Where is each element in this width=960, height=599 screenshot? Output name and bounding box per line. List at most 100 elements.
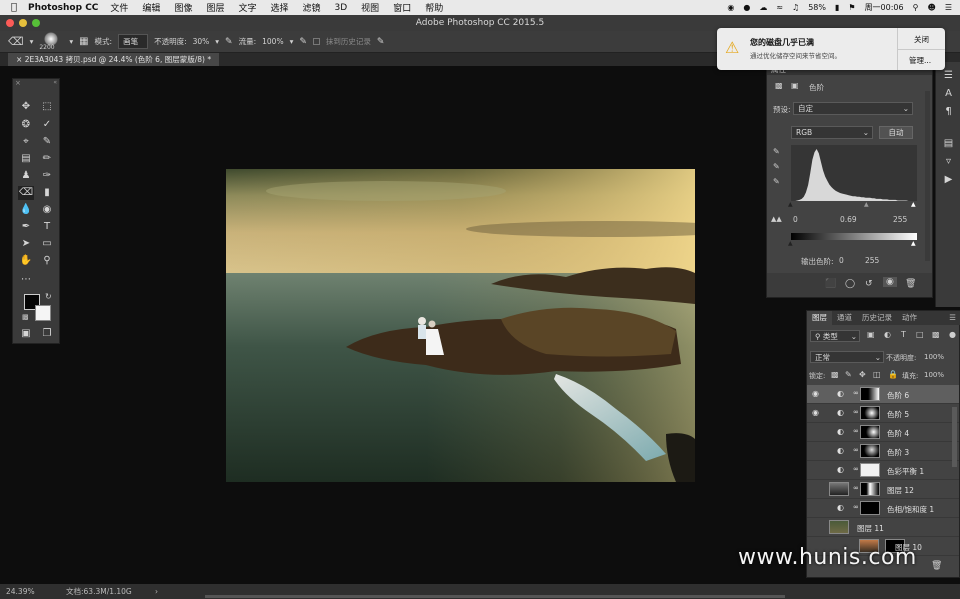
pressure-opacity-icon[interactable]: ✎ [225, 37, 233, 47]
disk-full-notification[interactable]: ⚠ 您的磁盘几乎已满 通过优化储存空间来节省空间。 关闭 管理... [717, 28, 945, 70]
hidden-eye-slot[interactable] [812, 465, 821, 474]
output-black-handle-icon[interactable]: ▲ [788, 240, 793, 247]
type-settings-icon[interactable]: ▶ [941, 174, 956, 188]
layer-mask-thumbnail[interactable] [860, 463, 880, 477]
default-colors-icon[interactable]: ▩ [22, 313, 29, 321]
layer-name[interactable]: 色相/饱和度 1 [887, 504, 934, 515]
hidden-eye-slot[interactable] [812, 503, 821, 512]
menu-filter[interactable]: 滤镜 [303, 1, 321, 14]
layer-name[interactable]: 色阶 3 [887, 447, 909, 458]
layer-name[interactable]: 色彩平衡 1 [887, 466, 924, 477]
menu-type[interactable]: 文字 [238, 1, 256, 14]
blend-mode-select[interactable]: 正常 ⌄ [810, 351, 884, 363]
filter-smart-icon[interactable]: ▩ [932, 330, 940, 339]
filter-toggle-icon[interactable]: ● [949, 330, 956, 339]
zoom-tool-icon[interactable]: ⚲ [39, 254, 55, 268]
view-previous-icon[interactable]: ◯ [845, 279, 855, 289]
close-window-icon[interactable] [6, 19, 14, 27]
eraser-tool-icon[interactable]: ⌫ [8, 35, 24, 48]
mask-link-icon[interactable]: ∞ [853, 446, 859, 454]
flow-value[interactable]: 100% [262, 37, 283, 46]
document-canvas[interactable] [226, 169, 695, 482]
input-levels-slider[interactable]: ▲ ▲ ▲ [788, 201, 917, 208]
properties-scrollbar[interactable] [925, 91, 930, 261]
lock-position-icon[interactable]: ✥ [859, 370, 866, 379]
search-icon[interactable]: ⚲ [913, 3, 919, 12]
fill-value[interactable]: 100% [924, 371, 944, 379]
layer-mask-thumbnail[interactable] [860, 406, 880, 420]
layer-row[interactable]: ◐ ∞ 色阶 3 [807, 442, 959, 461]
battery-level[interactable]: 58% [808, 3, 826, 12]
layer-name[interactable]: 色阶 6 [887, 390, 909, 401]
mask-link-icon[interactable]: ∞ [853, 427, 859, 435]
dodge-tool-icon[interactable]: ◉ [39, 203, 55, 217]
horizontal-scrollbar[interactable] [205, 595, 785, 598]
output-white-value[interactable]: 255 [865, 256, 879, 265]
clone-stamp-tool-icon[interactable]: ♟ [18, 169, 34, 183]
menu-edit[interactable]: 编辑 [142, 1, 160, 14]
layer-thumbnail[interactable] [829, 520, 849, 534]
tools-panel-close-icon[interactable]: × [15, 79, 21, 87]
user-icon[interactable]: ☻ [927, 3, 935, 12]
reset-icon[interactable]: ↺ [865, 279, 873, 289]
document-tab[interactable]: × 2E3A3043 拷贝.psd @ 24.4% (色阶 6, 图层蒙版/8)… [8, 53, 220, 66]
flow-chevron-icon[interactable]: ▾ [290, 37, 294, 46]
black-point-eyedropper-icon[interactable]: ✎ [773, 147, 780, 156]
visibility-toggle-icon[interactable]: ◉ [883, 277, 897, 287]
layer-name[interactable]: 色阶 4 [887, 428, 909, 439]
type-tool-icon[interactable]: T [39, 220, 55, 234]
brush-picker[interactable]: 2200 [39, 31, 63, 52]
background-color-swatch[interactable] [35, 305, 51, 321]
rectangle-tool-icon[interactable]: ▭ [39, 237, 55, 251]
hidden-eye-slot[interactable] [812, 446, 821, 455]
input-black-value[interactable]: 0 [793, 215, 798, 224]
lock-all-icon[interactable]: 🔒 [888, 370, 898, 379]
pressure-size-icon[interactable]: ✎ [377, 37, 385, 47]
layer-name[interactable]: 色阶 5 [887, 409, 909, 420]
lock-pixels-icon[interactable]: ✎ [845, 370, 852, 379]
apple-icon[interactable]:  [0, 2, 28, 13]
mode-select[interactable]: 画笔 [118, 34, 149, 49]
layer-row[interactable]: ∞ 图层 12 [807, 480, 959, 499]
erase-history-checkbox[interactable] [312, 38, 320, 45]
auto-button[interactable]: 自动 [879, 126, 913, 139]
blur-tool-icon[interactable]: 💧 [18, 203, 34, 217]
menu-file[interactable]: 文件 [110, 1, 128, 14]
layer-opacity-value[interactable]: 100% [924, 353, 944, 361]
filter-shape-icon[interactable]: □ [916, 330, 924, 339]
tab-layers[interactable]: 图层 [807, 311, 832, 325]
swap-colors-icon[interactable]: ↻ [45, 292, 52, 301]
flag-icon[interactable]: ⚑ [848, 3, 855, 12]
qq-icon[interactable]: ● [743, 3, 750, 12]
app-menu[interactable]: Photoshop CC [28, 3, 98, 13]
brush-panel-icon[interactable]: ▦ [79, 36, 88, 47]
lock-artboard-icon[interactable]: ◫ [873, 370, 881, 379]
status-menu-chevron-icon[interactable]: › [155, 584, 158, 599]
clip-to-layer-icon[interactable]: ⬛ [825, 279, 836, 289]
history-brush-tool-icon[interactable]: ✑ [39, 169, 55, 183]
list-icon[interactable]: ☰ [945, 3, 952, 12]
output-white-handle-icon[interactable]: ▲ [911, 240, 916, 247]
layer-mask-thumbnail[interactable] [860, 444, 880, 458]
input-gray-handle-icon[interactable]: ▲ [864, 201, 869, 208]
layer-filter-select[interactable]: ⚲ 类型 ⌄ [810, 330, 860, 342]
tool-preset-chevron-icon[interactable]: ▾ [30, 37, 34, 46]
tab-channels[interactable]: 通道 [832, 311, 857, 325]
tab-history[interactable]: 历史记录 [857, 311, 897, 325]
volume-icon[interactable]: ♫ [792, 3, 799, 12]
lock-transparent-icon[interactable]: ▩ [831, 370, 839, 379]
brush-chevron-icon[interactable]: ▾ [69, 37, 73, 46]
edit-toolbar-icon[interactable]: ⋯ [18, 273, 34, 287]
quick-select-tool-icon[interactable]: ✓ [39, 118, 55, 132]
layer-name[interactable]: 图层 12 [887, 485, 914, 496]
hand-tool-icon[interactable]: ✋ [18, 254, 34, 268]
path-select-tool-icon[interactable]: ➤ [18, 237, 34, 251]
input-black-handle-icon[interactable]: ▲ [788, 201, 793, 208]
white-point-eyedropper-icon[interactable]: ✎ [773, 177, 780, 186]
hidden-eye-slot[interactable] [812, 522, 821, 531]
opacity-chevron-icon[interactable]: ▾ [215, 37, 219, 46]
record-icon[interactable]: ◉ [727, 3, 734, 12]
glyphs-icon[interactable] [941, 162, 956, 176]
layer-row[interactable]: 图层 11 [807, 518, 959, 537]
filter-adjustment-icon[interactable]: ◐ [884, 330, 891, 339]
